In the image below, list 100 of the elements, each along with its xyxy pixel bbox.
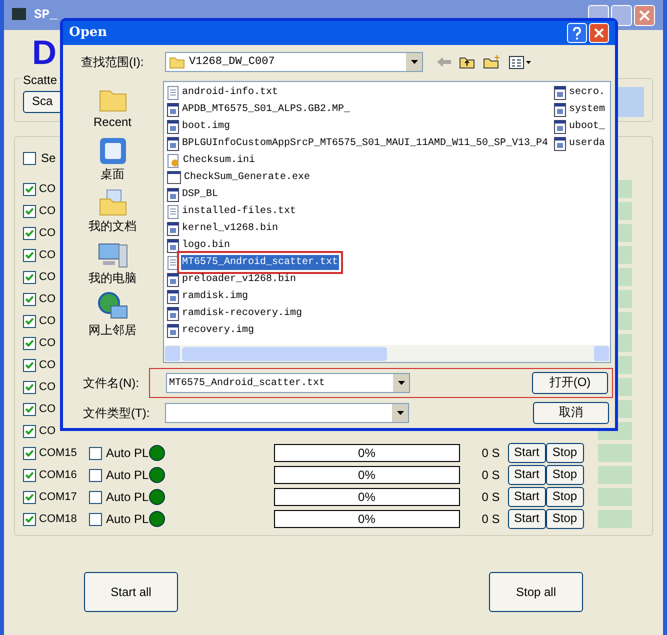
- file-item[interactable]: preloader_v1268.bin: [181, 272, 298, 287]
- status-cell: [598, 488, 632, 506]
- start-button[interactable]: Start: [508, 487, 546, 507]
- checkbox[interactable]: [23, 314, 36, 328]
- checkbox[interactable]: [23, 424, 36, 438]
- file-type-label: 文件类型(T):: [83, 405, 151, 422]
- file-icon: [167, 120, 179, 134]
- port-label: CO: [39, 336, 56, 351]
- checkbox[interactable]: [23, 380, 36, 394]
- help-button[interactable]: [567, 23, 587, 43]
- place-item[interactable]: 我的电脑: [68, 239, 158, 285]
- port-label: CO: [39, 314, 56, 329]
- file-item[interactable]: userda: [568, 136, 606, 151]
- checkbox-label: Auto PL: [106, 445, 149, 462]
- checkbox[interactable]: [23, 152, 36, 164]
- status-cell: [598, 444, 632, 462]
- place-item[interactable]: 网上邻居: [68, 291, 158, 337]
- look-in-dropdown[interactable]: V1268_DW_C007: [165, 52, 423, 72]
- start-button[interactable]: Start: [508, 443, 546, 463]
- start-all-button[interactable]: Start all: [84, 572, 178, 612]
- port-label: COM17: [39, 490, 78, 505]
- file-icon: [167, 290, 179, 304]
- checkbox[interactable]: [23, 468, 36, 482]
- stop-button[interactable]: Stop: [546, 465, 584, 485]
- file-item[interactable]: APDB_MT6575_S01_ALPS.GB2.MP_: [181, 102, 352, 117]
- checkbox[interactable]: [23, 292, 36, 306]
- file-item[interactable]: kernel_v1268.bin: [181, 221, 280, 236]
- file-icon: [554, 86, 566, 100]
- window-title: SP_: [34, 6, 58, 24]
- file-icon: [554, 102, 566, 116]
- checkbox[interactable]: [23, 490, 36, 504]
- stop-all-button[interactable]: Stop all: [489, 572, 583, 612]
- port-label: COM18: [39, 512, 78, 527]
- open-button[interactable]: 打开(O): [532, 372, 608, 394]
- progress-text: 0%: [358, 467, 376, 484]
- file-item[interactable]: android-info.txt: [181, 85, 280, 100]
- elapsed-time: 0 S: [482, 445, 501, 462]
- file-item[interactable]: Checksum.ini: [182, 153, 256, 168]
- checkbox[interactable]: [23, 182, 36, 196]
- settings-file-icon: [167, 154, 180, 168]
- file-item[interactable]: system: [568, 102, 606, 117]
- close-icon: [639, 10, 650, 21]
- checkbox[interactable]: [89, 512, 102, 526]
- checkbox[interactable]: [23, 248, 36, 262]
- horizontal-scrollbar[interactable]: [164, 345, 610, 362]
- file-item[interactable]: installed-files.txt: [181, 204, 298, 219]
- checkbox[interactable]: [23, 446, 36, 460]
- checkbox[interactable]: [23, 270, 36, 284]
- file-item[interactable]: BPLGUInfoCustomAppSrcP_MT6575_S01_MAUI_11AMD_W11_50_SP_V13_P4: [181, 136, 550, 151]
- maximize-button[interactable]: [611, 5, 632, 26]
- dialog-title: Open: [69, 24, 108, 42]
- port-label: CO: [39, 358, 56, 373]
- stop-button[interactable]: Stop: [546, 509, 584, 529]
- file-item[interactable]: DSP_BL: [181, 187, 220, 202]
- checkbox[interactable]: [23, 336, 36, 350]
- file-icon: [167, 102, 179, 116]
- checkbox[interactable]: [23, 226, 36, 240]
- file-item[interactable]: ramdisk-recovery.img: [181, 306, 304, 321]
- cancel-button[interactable]: 取消: [533, 402, 609, 424]
- file-item[interactable]: MT6575_Android_scatter.txt: [181, 255, 340, 270]
- port-label: CO: [39, 424, 56, 439]
- status-cell: [598, 510, 632, 528]
- file-name-label: 文件名(N):: [83, 375, 140, 392]
- file-item[interactable]: boot.img: [181, 119, 232, 134]
- checkbox-label: Auto PL: [106, 467, 149, 484]
- file-name-field[interactable]: MT6575_Android_scatter.txt: [166, 373, 410, 393]
- file-item[interactable]: ramdisk.img: [181, 289, 250, 304]
- progress-text: 0%: [358, 489, 376, 506]
- stop-button[interactable]: Stop: [546, 443, 584, 463]
- port-label: CO: [39, 204, 56, 219]
- file-item[interactable]: recovery.img: [181, 323, 256, 338]
- text-file-icon: [167, 256, 179, 270]
- place-item[interactable]: 桌面: [68, 135, 158, 181]
- text-file-icon: [167, 204, 179, 218]
- checkbox[interactable]: [89, 446, 102, 460]
- checkbox[interactable]: [23, 358, 36, 372]
- file-item[interactable]: secro.: [568, 85, 606, 100]
- view-menu-icon[interactable]: [509, 56, 531, 68]
- checkbox[interactable]: [23, 512, 36, 526]
- logo-letter: D: [31, 34, 57, 72]
- up-folder-icon[interactable]: [459, 55, 475, 69]
- file-item[interactable]: CheckSum_Generate.exe: [183, 170, 312, 185]
- checkbox[interactable]: [89, 468, 102, 482]
- port-label: CO: [39, 182, 56, 197]
- checkbox[interactable]: [23, 402, 36, 416]
- start-button[interactable]: Start: [508, 509, 546, 529]
- port-label: COM16: [39, 468, 78, 483]
- scroll-thumb[interactable]: [182, 346, 387, 360]
- new-folder-icon[interactable]: [483, 55, 501, 69]
- start-button[interactable]: Start: [508, 465, 546, 485]
- file-icon: [167, 324, 179, 338]
- stop-button[interactable]: Stop: [546, 487, 584, 507]
- file-item[interactable]: uboot_: [568, 119, 606, 134]
- file-item[interactable]: logo.bin: [181, 238, 232, 253]
- place-item[interactable]: 我的文档: [68, 187, 158, 233]
- help-icon: [572, 26, 582, 40]
- checkbox[interactable]: [23, 204, 36, 218]
- checkbox[interactable]: [89, 490, 102, 504]
- elapsed-time: 0 S: [482, 489, 501, 506]
- close-button[interactable]: [589, 23, 609, 43]
